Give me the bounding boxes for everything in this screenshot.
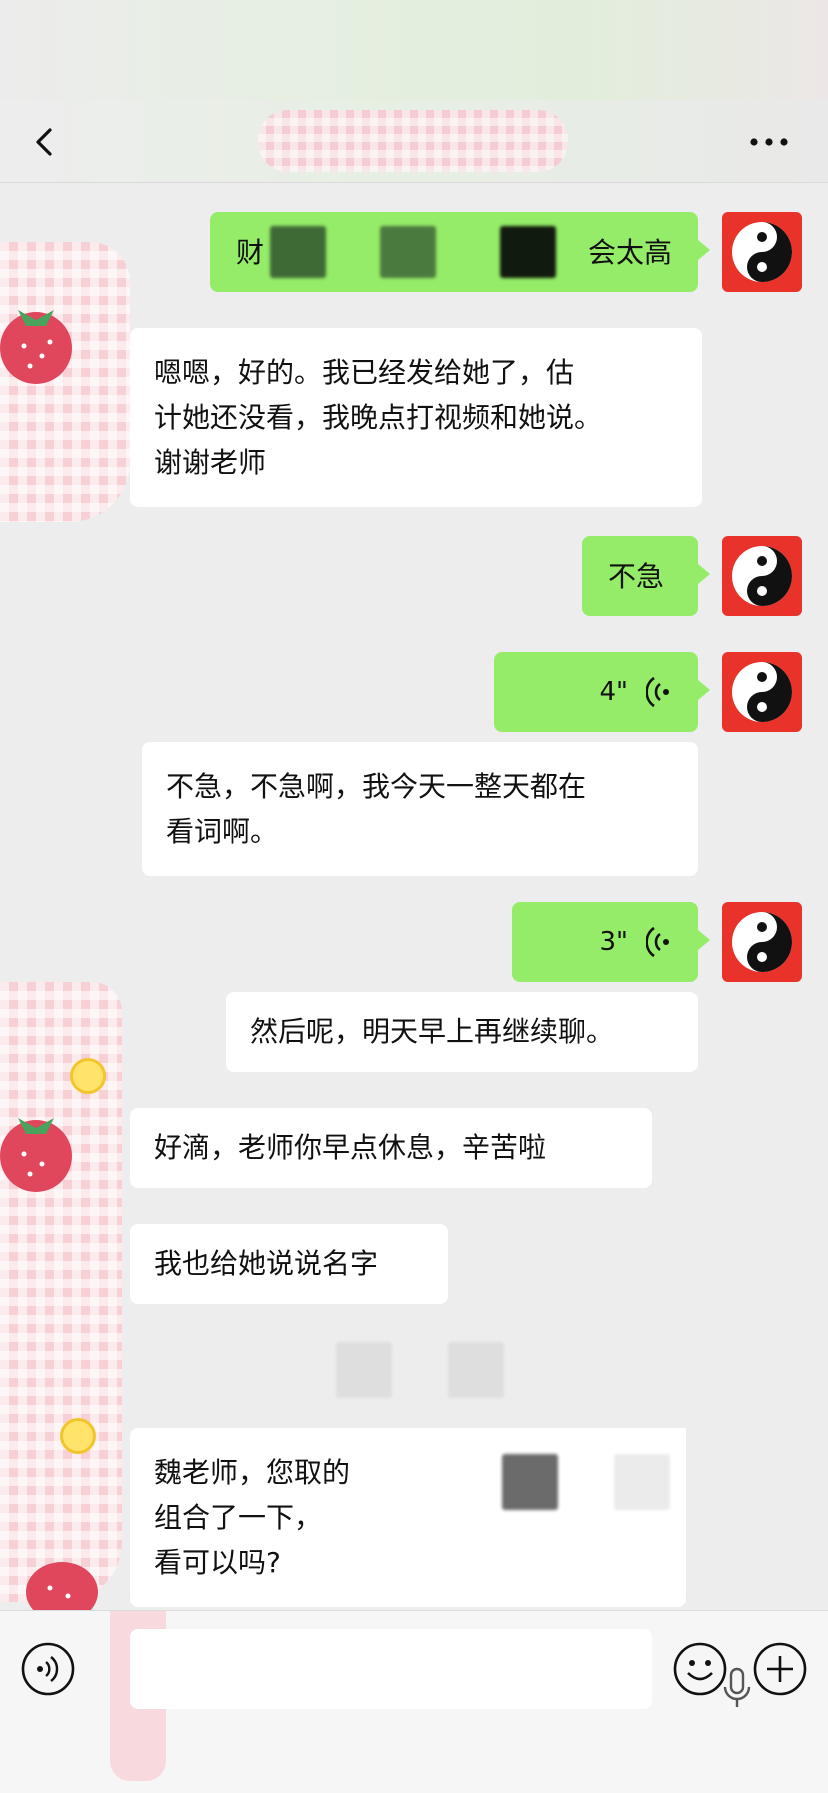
more-button[interactable] (746, 122, 792, 162)
redacted-content (448, 1342, 504, 1398)
message-text: 然后呢，明天早上再继续聊。 (250, 1015, 615, 1048)
message-bubble-sent[interactable]: 不急 (582, 536, 710, 616)
message-text: 不急 (608, 559, 665, 593)
avatar-self[interactable] (722, 902, 802, 982)
redacted-text-block (614, 1454, 670, 1510)
voice-message-sent[interactable]: 4" (494, 652, 710, 732)
message-text: 好滴，老师你早点休息，辛苦啦 (154, 1131, 547, 1164)
back-button[interactable] (26, 122, 66, 162)
message-text: 嗯嗯，好的。我已经发给她了，估 计她还没看，我晚点打视频和她说。 谢谢老师 (154, 356, 603, 479)
voice-transcription[interactable]: 然后呢，明天早上再继续聊。 (226, 992, 698, 1072)
blurred-contact-title (258, 110, 568, 172)
message-bubble-received[interactable]: 好滴，老师你早点休息，辛苦啦 (130, 1108, 652, 1188)
avatar-self[interactable] (722, 536, 802, 616)
avatar-self[interactable] (722, 652, 802, 732)
yellow-dot-decoration (70, 1058, 106, 1094)
voice-message-sent[interactable]: 3" (512, 902, 710, 982)
voice-wave-icon (646, 676, 669, 708)
message-text: 财 (236, 235, 265, 269)
strawberry-icon (26, 1562, 98, 1610)
voice-mode-button[interactable] (20, 1641, 76, 1697)
message-bubble-received[interactable]: 魏老师，您取的 组合了一下， 看可以吗? (130, 1428, 686, 1607)
yellow-dot-decoration (60, 1418, 96, 1454)
redacted-text-block (500, 226, 556, 278)
redacted-text-block (380, 226, 436, 278)
redacted-text-block (270, 226, 326, 278)
emoji-button[interactable] (672, 1641, 728, 1697)
strawberry-icon (0, 1118, 72, 1192)
yin-yang-icon (732, 662, 792, 722)
voice-duration: 3" (599, 926, 628, 957)
voice-wave-icon (646, 926, 669, 958)
message-bubble-received[interactable]: 嗯嗯，好的。我已经发给她了，估 计她还没看，我晚点打视频和她说。 谢谢老师 (130, 328, 702, 507)
chevron-left-icon (36, 128, 52, 156)
chat-message-list[interactable]: 财 会太高 嗯嗯，好的。我已经发给她了，估 计她还没看，我晚点打视频和她说。 谢… (0, 182, 828, 1610)
yin-yang-icon (732, 222, 792, 282)
message-bubble-received[interactable]: 我也给她说说名字 (130, 1224, 448, 1304)
message-input[interactable] (130, 1629, 751, 1709)
message-text: 我也给她说说名字 (154, 1247, 379, 1280)
voice-transcription[interactable]: 不急，不急啊，我今天一整天都在 看词啊。 (142, 742, 698, 876)
message-text: 不急，不急啊，我今天一整天都在 看词啊。 (166, 770, 587, 848)
plus-button[interactable] (752, 1641, 808, 1697)
ellipsis-icon (750, 138, 788, 146)
message-text: 会太高 (587, 235, 672, 269)
strawberry-icon (0, 310, 72, 384)
voice-duration: 4" (599, 676, 628, 707)
status-bar (0, 0, 828, 100)
emoji-icon (673, 1642, 727, 1696)
input-bar (0, 1610, 828, 1793)
yin-yang-icon (732, 912, 792, 972)
message-bubble-sent[interactable]: 财 会太高 (210, 212, 710, 292)
redacted-content (336, 1342, 392, 1398)
plus-icon (753, 1642, 807, 1696)
avatar-self[interactable] (722, 212, 802, 292)
voice-mode-icon (21, 1642, 75, 1696)
chat-header (0, 100, 828, 183)
redacted-text-block (502, 1454, 558, 1510)
yin-yang-icon (732, 546, 792, 606)
